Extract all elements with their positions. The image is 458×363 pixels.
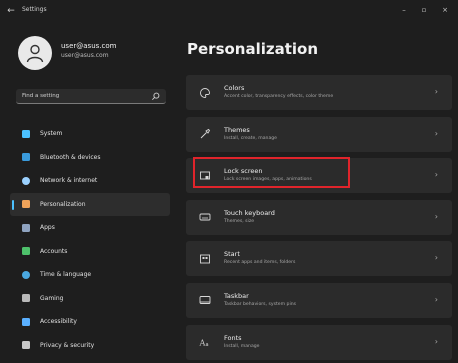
sidebar-item-network[interactable]: Network & internet (10, 169, 170, 193)
card-taskbar[interactable]: Taskbar Taskbar behaviors, system pins › (186, 282, 452, 318)
sidebar-item-personalization[interactable]: Personalization (10, 192, 170, 216)
accounts-icon (22, 247, 30, 256)
card-title: Touch keyboard (224, 208, 275, 217)
sidebar-item-accessibility[interactable]: Accessibility (10, 310, 170, 334)
sidebar-item-label: Network & internet (40, 177, 98, 185)
svg-text:a: a (205, 342, 208, 348)
card-title: Themes (224, 125, 250, 134)
card-title: Lock screen (224, 167, 263, 176)
card-title: Taskbar (224, 291, 249, 300)
sidebar-item-privacy[interactable]: Privacy & security (10, 334, 170, 358)
chevron-right-icon: › (434, 294, 438, 304)
card-themes[interactable]: Themes Install, create, manage › (186, 116, 452, 152)
user-profile[interactable]: user@asus.com user@asus.com (18, 36, 168, 76)
card-touch-keyboard[interactable]: Touch keyboard Themes, size › (186, 199, 452, 235)
gaming-icon (22, 294, 30, 303)
chevron-right-icon: › (434, 128, 438, 138)
touch-keyboard-icon (198, 211, 211, 224)
sidebar-item-accounts[interactable]: Accounts (10, 240, 170, 264)
sidebar-item-label: Apps (40, 224, 55, 232)
minimize-button[interactable]: – (396, 3, 412, 17)
time-language-icon (22, 270, 30, 279)
search-placeholder: Find a setting (22, 93, 60, 99)
fonts-icon: Aa (198, 336, 211, 349)
sidebar-item-label: Personalization (40, 200, 86, 208)
card-fonts[interactable]: Aa Fonts Install, manage › (186, 324, 452, 360)
privacy-icon (22, 341, 30, 350)
back-button[interactable]: ← (4, 4, 18, 18)
card-title: Start (224, 250, 240, 259)
avatar[interactable] (18, 36, 52, 70)
card-subtitle: Recent apps and items, folders (224, 260, 296, 266)
active-indicator (12, 199, 14, 210)
card-subtitle: Accent color, transparency effects, colo… (224, 94, 334, 99)
card-subtitle: Lock screen images, apps, animations (224, 177, 312, 183)
sidebar-item-bluetooth[interactable]: Bluetooth & devices (10, 146, 170, 170)
system-icon (22, 129, 30, 138)
themes-icon (198, 128, 211, 141)
sidebar-item-apps[interactable]: Apps (10, 216, 170, 240)
lock-screen-icon (198, 169, 211, 182)
apps-icon (22, 223, 30, 232)
card-title: Colors (224, 84, 245, 92)
sidebar-item-label: Accessibility (40, 318, 77, 326)
card-subtitle: Install, manage (224, 343, 260, 349)
sidebar-item-label: System (40, 130, 63, 138)
sidebar-item-label: Gaming (40, 294, 64, 302)
maximize-button[interactable]: ▫ (416, 3, 432, 17)
accessibility-icon (22, 317, 30, 326)
personalization-icon (22, 200, 30, 209)
page-title: Personalization (187, 40, 319, 58)
sidebar-item-label: Accounts (40, 247, 68, 255)
card-subtitle: Themes, size (224, 218, 255, 224)
user-email: user@asus.com (61, 42, 117, 50)
bluetooth-icon (22, 153, 30, 162)
card-subtitle: Taskbar behaviors, system pins (224, 301, 297, 307)
sidebar-item-label: Time & language (40, 271, 92, 279)
network-icon (22, 176, 30, 185)
app-title: Settings (22, 6, 47, 13)
chevron-right-icon: › (434, 87, 438, 96)
chevron-right-icon: › (434, 211, 438, 221)
card-title: Fonts (224, 333, 242, 342)
chevron-right-icon: › (434, 253, 438, 263)
search-icon (152, 92, 160, 100)
sidebar-item-time-language[interactable]: Time & language (10, 263, 170, 287)
user-email-secondary: user@asus.com (61, 52, 109, 59)
card-colors[interactable]: Colors Accent color, transparency effects… (186, 75, 452, 110)
chevron-right-icon: › (434, 170, 438, 180)
sidebar-item-label: Privacy & security (40, 341, 95, 349)
settings-window: ← Settings – ▫ × user@asus.com user@asus… (0, 0, 458, 363)
start-icon (198, 252, 211, 265)
card-start[interactable]: Start Recent apps and items, folders › (186, 241, 452, 277)
sidebar-item-label: Bluetooth & devices (40, 153, 101, 161)
user-icon (26, 44, 44, 63)
sidebar-item-windows-update[interactable]: Windows Update (10, 357, 170, 363)
colors-icon (198, 86, 211, 99)
chevron-right-icon: › (434, 336, 438, 346)
title-bar: ← Settings – ▫ × (0, 0, 458, 22)
card-lock-screen[interactable]: Lock screen Lock screen images, apps, ani… (186, 158, 452, 194)
search-input[interactable]: Find a setting (16, 89, 166, 104)
sidebar-item-system[interactable]: System (10, 122, 170, 146)
sidebar-nav: System Bluetooth & devices Network & inter… (10, 122, 170, 363)
card-subtitle: Install, create, manage (224, 135, 278, 141)
sidebar-item-gaming[interactable]: Gaming (10, 287, 170, 311)
settings-cards: Colors Accent color, transparency effects… (186, 75, 452, 363)
taskbar-icon (198, 294, 211, 307)
close-button[interactable]: × (437, 3, 453, 17)
